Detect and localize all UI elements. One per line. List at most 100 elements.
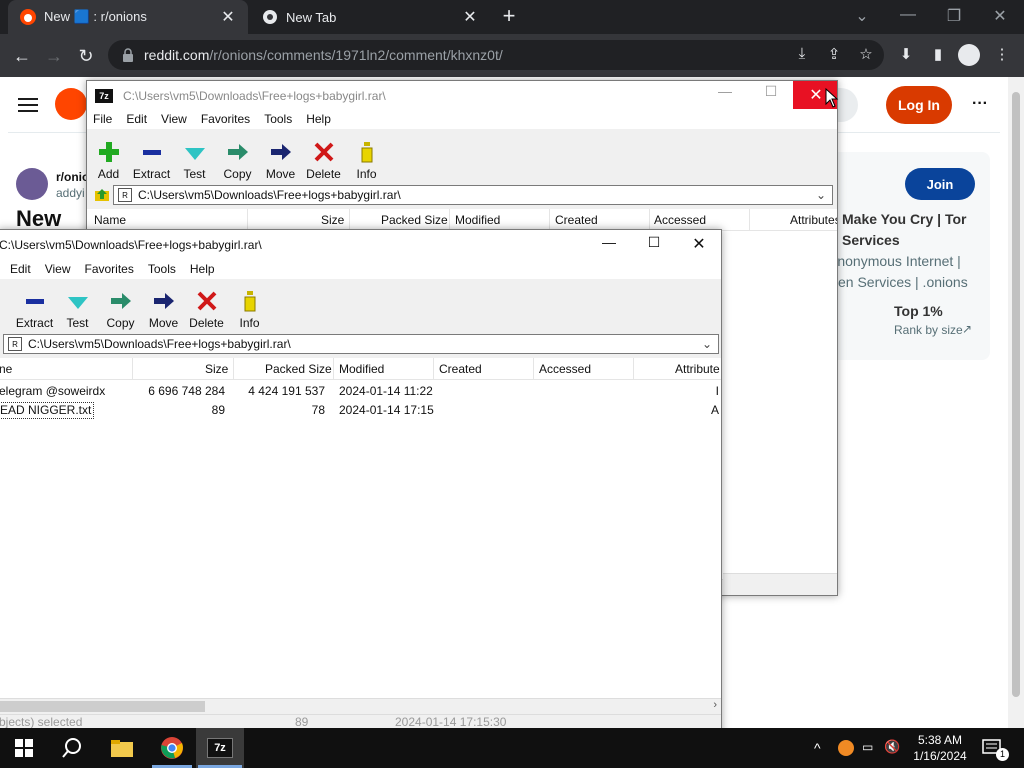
subreddit-name[interactable]: r/onio <box>56 170 89 184</box>
menu-view[interactable]: View <box>45 262 71 276</box>
minimize-button[interactable]: — <box>597 234 621 256</box>
test-button[interactable]: Test <box>56 280 99 334</box>
col-accessed[interactable]: Accessed <box>654 213 706 227</box>
delete-button[interactable]: Delete <box>302 131 345 185</box>
file-list[interactable]: ne Size Packed Size Modified Created Acc… <box>0 358 721 714</box>
tab-search-icon[interactable]: ⌄ <box>848 6 876 26</box>
test-button[interactable]: Test <box>173 131 216 185</box>
maximize-button[interactable]: ☐ <box>642 234 666 256</box>
copy-button[interactable]: Copy <box>216 131 259 185</box>
toolbar: Extract Test Copy Move Delete Info <box>0 280 721 334</box>
share-icon[interactable]: ⇪ <box>824 45 844 65</box>
col-size[interactable]: Size <box>205 362 228 376</box>
reddit-logo-icon[interactable] <box>55 88 87 120</box>
move-icon <box>270 144 291 160</box>
menu-tools[interactable]: Tools <box>264 112 292 126</box>
menu-help[interactable]: Help <box>306 112 331 126</box>
menu-edit[interactable]: Edit <box>126 112 147 126</box>
post-author[interactable]: addyi <box>56 186 85 200</box>
show-hidden-icons-icon[interactable]: ^ <box>814 740 821 756</box>
add-button[interactable]: Add <box>87 131 130 185</box>
extract-icon <box>25 299 44 304</box>
hamburger-menu-icon[interactable] <box>18 97 38 113</box>
close-tab-icon[interactable]: ✕ <box>462 7 478 27</box>
col-attributes[interactable]: Attribute <box>675 362 720 376</box>
file-explorer-button[interactable] <box>98 728 146 768</box>
back-button[interactable]: ← <box>10 44 34 68</box>
search-button[interactable] <box>48 728 96 768</box>
horizontal-scrollbar[interactable]: › <box>0 698 721 714</box>
col-created[interactable]: Created <box>439 362 482 376</box>
col-size[interactable]: Size <box>321 213 344 227</box>
menu-view[interactable]: View <box>161 112 187 126</box>
start-button[interactable] <box>0 728 48 768</box>
minimize-button[interactable]: — <box>894 6 922 24</box>
join-button[interactable]: Join <box>905 168 975 200</box>
menu-favorites[interactable]: Favorites <box>201 112 250 126</box>
reload-button[interactable]: ↻ <box>74 44 98 68</box>
table-row[interactable]: elegram @soweirdx 6 696 748 284 4 424 19… <box>0 382 721 401</box>
taskbar-clock[interactable]: 5:38 AM 1/16/2024 <box>908 732 972 764</box>
bookmark-star-icon[interactable]: ☆ <box>856 45 876 65</box>
col-accessed[interactable]: Accessed <box>539 362 591 376</box>
sevenzip-taskbar-button[interactable]: 7z <box>196 728 244 768</box>
menu-favorites[interactable]: Favorites <box>84 262 133 276</box>
downloads-icon[interactable]: ⬇ <box>896 45 916 65</box>
tab-new-tab[interactable]: New Tab ✕ <box>250 0 490 34</box>
page-scrollbar-thumb[interactable] <box>1012 92 1020 697</box>
folder-up-icon[interactable] <box>91 185 113 205</box>
file-size: 89 <box>211 403 225 417</box>
col-packed-size[interactable]: Packed Size <box>381 213 448 227</box>
side-panel-icon[interactable]: ▮ <box>928 45 948 65</box>
menu-help[interactable]: Help <box>190 262 215 276</box>
chrome-menu-icon[interactable]: ⋮ <box>992 45 1012 65</box>
copy-button[interactable]: Copy <box>99 280 142 334</box>
menu-edit[interactable]: Edit <box>10 262 31 276</box>
url-host: reddit.com <box>144 47 210 63</box>
restore-button[interactable]: ❐ <box>940 6 968 26</box>
url-path: /r/onions/comments/1971ln2/comment/khxnz… <box>209 47 503 63</box>
chevron-down-icon[interactable]: ⌄ <box>816 188 832 202</box>
col-modified[interactable]: Modified <box>455 213 500 227</box>
subreddit-avatar[interactable] <box>16 168 48 200</box>
path-field[interactable]: R C:\Users\vm5\Downloads\Free+logs+babyg… <box>113 185 833 205</box>
more-options-icon[interactable]: ··· <box>968 95 992 115</box>
col-modified[interactable]: Modified <box>339 362 384 376</box>
extract-button[interactable]: Extract <box>13 280 56 334</box>
delete-button[interactable]: Delete <box>185 280 228 334</box>
col-packed-size[interactable]: Packed Size <box>265 362 332 376</box>
sevenzip-window-front[interactable]: C:\Users\vm5\Downloads\Free+logs+babygir… <box>0 229 722 745</box>
address-bar[interactable]: reddit.com/r/onions/comments/1971ln2/com… <box>108 40 884 70</box>
col-name[interactable]: ne <box>0 362 12 376</box>
col-name[interactable]: Name <box>94 213 126 227</box>
profile-avatar[interactable] <box>958 44 980 66</box>
col-attributes[interactable]: Attributes <box>790 213 837 227</box>
login-button[interactable]: Log In <box>886 86 952 124</box>
install-app-icon[interactable]: ⤓ <box>792 45 812 65</box>
tab-reddit-onions[interactable]: New 🟦 : r/onions ✕ <box>8 0 248 34</box>
close-window-button[interactable]: ✕ <box>986 6 1014 26</box>
chrome-taskbar-button[interactable] <box>148 728 196 768</box>
menu-tools[interactable]: Tools <box>148 262 176 276</box>
minimize-button[interactable]: — <box>713 83 737 107</box>
extract-button[interactable]: Extract <box>130 131 173 185</box>
scroll-right-icon[interactable]: › <box>713 699 717 711</box>
col-created[interactable]: Created <box>555 213 598 227</box>
move-button[interactable]: Move <box>259 131 302 185</box>
close-button[interactable]: ✕ <box>687 234 711 256</box>
new-tab-button[interactable]: + <box>498 5 520 28</box>
table-row[interactable]: EAD NIGGER.txt 89 78 2024-01-14 17:15 A <box>0 401 721 420</box>
maximize-button[interactable]: ☐ <box>759 83 783 107</box>
path-field[interactable]: R C:\Users\vm5\Downloads\Free+logs+babyg… <box>3 334 719 354</box>
network-icon[interactable]: ▭ <box>862 740 873 754</box>
chevron-down-icon[interactable]: ⌄ <box>702 337 718 351</box>
info-button[interactable]: Info <box>345 131 388 185</box>
info-button[interactable]: Info <box>228 280 271 334</box>
close-tab-icon[interactable]: ✕ <box>220 7 236 27</box>
menu-file[interactable]: File <box>93 112 112 126</box>
volume-muted-icon[interactable]: 🔇 <box>884 739 900 755</box>
forward-button[interactable]: → <box>42 44 66 68</box>
horizontal-scrollbar-thumb[interactable] <box>0 701 205 712</box>
move-button[interactable]: Move <box>142 280 185 334</box>
vpn-tray-icon[interactable] <box>838 740 854 756</box>
